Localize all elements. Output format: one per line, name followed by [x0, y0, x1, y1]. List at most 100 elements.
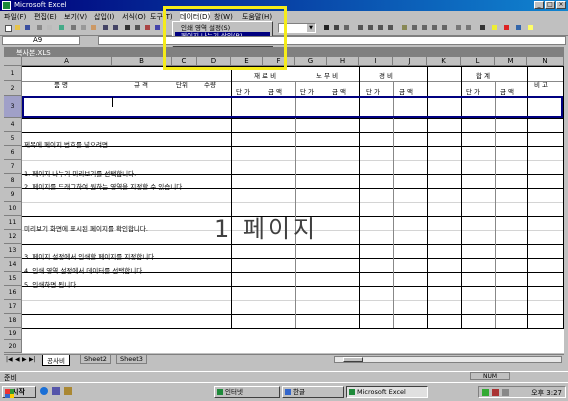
- function-icon[interactable]: [133, 23, 142, 32]
- autosum-icon[interactable]: [123, 23, 132, 32]
- cell-text[interactable]: 1. 페이지 나누기 미리보기를 선택합니다.: [24, 168, 136, 178]
- row-header[interactable]: 8: [4, 174, 22, 188]
- clock[interactable]: 오후 3:27: [531, 388, 562, 398]
- cell-text[interactable]: 3. 페이지 설정에서 인쇄할 페이지를 지정합니다.: [24, 251, 156, 261]
- font-color-icon[interactable]: [502, 23, 511, 32]
- row-header[interactable]: 13: [4, 244, 22, 258]
- close-button[interactable]: ×: [556, 1, 566, 9]
- percent-icon[interactable]: [410, 23, 419, 32]
- quicklaunch-desktop-icon[interactable]: [52, 387, 60, 395]
- chart-wizard-icon[interactable]: [514, 23, 523, 32]
- cut-icon[interactable]: [69, 23, 78, 32]
- cell-text[interactable]: 5. 인쇄하면 됩니다.: [24, 279, 78, 289]
- row-header[interactable]: 20: [4, 340, 22, 353]
- excel-app-icon[interactable]: [2, 1, 11, 10]
- merge-center-icon[interactable]: [386, 23, 395, 32]
- sheet-tab[interactable]: Sheet2: [80, 355, 111, 364]
- sort-asc-icon[interactable]: [143, 23, 152, 32]
- tray-volume-icon[interactable]: [502, 389, 509, 396]
- col-header-M[interactable]: M: [495, 57, 527, 66]
- print-icon[interactable]: [35, 23, 44, 32]
- decrease-decimal-icon[interactable]: [440, 23, 449, 32]
- increase-decimal-icon[interactable]: [430, 23, 439, 32]
- row-header[interactable]: 15: [4, 272, 22, 286]
- select-all-corner[interactable]: [4, 57, 22, 66]
- row-header[interactable]: 18: [4, 314, 22, 328]
- redo-icon[interactable]: [111, 23, 120, 32]
- increase-indent-icon[interactable]: [464, 23, 473, 32]
- scroll-thumb[interactable]: [343, 357, 363, 362]
- tab-last-icon[interactable]: ▶|: [29, 356, 36, 363]
- col-header-K[interactable]: K: [427, 57, 461, 66]
- horizontal-scrollbar[interactable]: [334, 356, 562, 363]
- col-header-I[interactable]: I: [359, 57, 393, 66]
- bold-icon[interactable]: [322, 23, 331, 32]
- selected-row-range[interactable]: [22, 96, 563, 118]
- cell-text[interactable]: 2. 페이지를 드래그하여 원하는 영역을 지정할 수 있습니다.: [24, 181, 184, 191]
- row-header[interactable]: 7: [4, 160, 22, 174]
- col-header-H[interactable]: H: [327, 57, 359, 66]
- new-icon[interactable]: [3, 23, 12, 32]
- row-header[interactable]: 10: [4, 202, 22, 216]
- taskbar-item-label: Microsoft Excel: [357, 388, 406, 396]
- help-icon[interactable]: [526, 23, 535, 32]
- currency-icon[interactable]: [400, 23, 409, 32]
- fill-color-icon[interactable]: [490, 23, 499, 32]
- quicklaunch-outlook-icon[interactable]: [64, 387, 72, 395]
- start-button[interactable]: 시작: [2, 386, 36, 398]
- maximize-button[interactable]: □: [545, 1, 555, 9]
- sheet-tab-active[interactable]: 공사비: [42, 355, 70, 366]
- row-header[interactable]: 5: [4, 132, 22, 146]
- comma-icon[interactable]: [420, 23, 429, 32]
- italic-icon[interactable]: [332, 23, 341, 32]
- row-header[interactable]: 3: [4, 96, 22, 118]
- save-icon[interactable]: [23, 23, 32, 32]
- paste-icon[interactable]: [89, 23, 98, 32]
- worksheet-grid[interactable]: A B C D E F G H I J K L M N 1 2 3 4 5 6 …: [4, 57, 564, 353]
- tab-prev-icon[interactable]: ◀: [15, 356, 20, 363]
- quicklaunch-ie-icon[interactable]: [40, 387, 48, 395]
- decrease-indent-icon[interactable]: [454, 23, 463, 32]
- row-header[interactable]: 17: [4, 300, 22, 314]
- align-right-icon[interactable]: [376, 23, 385, 32]
- col-header-L[interactable]: L: [461, 57, 495, 66]
- row-header[interactable]: 1: [4, 66, 22, 81]
- row-header[interactable]: 16: [4, 286, 22, 300]
- row-header[interactable]: 19: [4, 328, 22, 340]
- row-header[interactable]: 4: [4, 118, 22, 132]
- row-header[interactable]: 11: [4, 216, 22, 230]
- row-header[interactable]: 14: [4, 258, 22, 272]
- tab-first-icon[interactable]: |◀: [6, 356, 13, 363]
- col-header-G[interactable]: G: [295, 57, 327, 66]
- row-header[interactable]: 2: [4, 81, 22, 96]
- cell-text[interactable]: 미리보기 화면에 표시된 페이지를 확인합니다.: [24, 223, 148, 233]
- borders-icon[interactable]: [478, 23, 487, 32]
- sheet-tab[interactable]: Sheet3: [116, 355, 147, 364]
- preview-icon[interactable]: [45, 23, 54, 32]
- row-header[interactable]: 12: [4, 230, 22, 244]
- minimize-button[interactable]: _: [534, 1, 544, 9]
- chevron-down-icon[interactable]: ▼: [307, 24, 315, 32]
- copy-icon[interactable]: [79, 23, 88, 32]
- cell-text[interactable]: 제목에 페이지 번호를 넣으려면: [24, 139, 108, 149]
- col-header-J[interactable]: J: [393, 57, 427, 66]
- col-header-A[interactable]: A: [22, 57, 112, 66]
- taskbar-item[interactable]: 한글: [282, 386, 344, 398]
- name-box[interactable]: A9: [2, 36, 80, 45]
- align-left-icon[interactable]: [356, 23, 365, 32]
- align-center-icon[interactable]: [366, 23, 375, 32]
- tab-next-icon[interactable]: ▶: [22, 356, 27, 363]
- taskbar-item[interactable]: 인터넷: [214, 386, 280, 398]
- sort-desc-icon[interactable]: [153, 23, 162, 32]
- row-header[interactable]: 6: [4, 146, 22, 160]
- open-icon[interactable]: [13, 23, 22, 32]
- underline-icon[interactable]: [342, 23, 351, 32]
- spelling-icon[interactable]: [57, 23, 66, 32]
- undo-icon[interactable]: [101, 23, 110, 32]
- tray-network-icon[interactable]: [482, 389, 489, 396]
- tray-ime-icon[interactable]: [492, 389, 499, 396]
- col-header-N[interactable]: N: [527, 57, 564, 66]
- taskbar-item-active[interactable]: Microsoft Excel: [346, 386, 428, 398]
- cell-text[interactable]: 4. 인쇄 영역 설정에서 데이터를 선택합니다.: [24, 265, 144, 275]
- row-header[interactable]: 9: [4, 188, 22, 202]
